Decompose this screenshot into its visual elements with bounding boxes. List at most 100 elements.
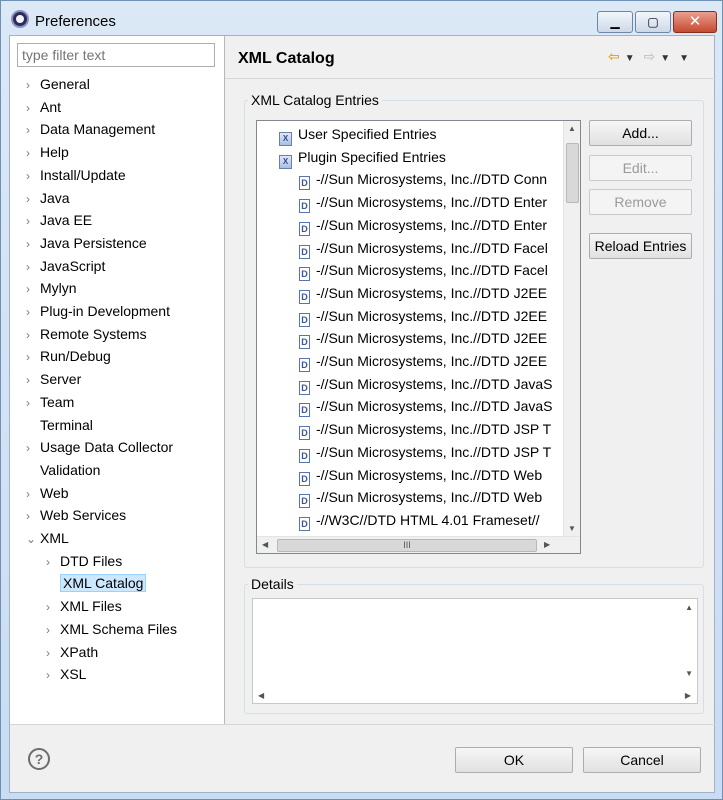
- catalog-entry[interactable]: D -//Sun Microsystems, Inc.//DTD Facel: [299, 259, 548, 282]
- back-arrow-icon[interactable]: ⇦: [608, 48, 620, 65]
- horizontal-scroll-thumb[interactable]: III: [277, 539, 537, 552]
- reload-entries-button[interactable]: Reload Entries: [589, 233, 692, 259]
- vertical-scroll-thumb[interactable]: [566, 143, 579, 203]
- tree-item[interactable]: › DTD Files: [46, 550, 122, 572]
- tree-item[interactable]: › Web Services: [26, 504, 126, 526]
- details-scroll-up-icon[interactable]: ▲: [685, 603, 693, 612]
- expand-chevron-icon[interactable]: ›: [46, 619, 60, 641]
- tree-item[interactable]: › XML Files: [46, 595, 122, 617]
- catalog-entry[interactable]: D -//Sun Microsystems, Inc.//DTD JavaS: [299, 395, 553, 418]
- expand-chevron-icon[interactable]: ›: [26, 119, 40, 141]
- expand-chevron-icon[interactable]: ›: [26, 324, 40, 346]
- tree-item[interactable]: ⌄ XML: [26, 527, 69, 549]
- tree-item[interactable]: › Java: [26, 187, 70, 209]
- tree-item[interactable]: › Data Management: [26, 118, 155, 140]
- tree-item[interactable]: › XSL: [46, 663, 86, 685]
- tree-item[interactable]: › Help: [26, 141, 69, 163]
- tree-item[interactable]: › XML Schema Files: [46, 618, 177, 640]
- catalog-entry[interactable]: D -//W3C//DTD HTML 4.01 Frameset//: [299, 509, 540, 531]
- tree-item[interactable]: Terminal: [26, 414, 93, 436]
- cancel-button[interactable]: Cancel: [583, 747, 701, 773]
- catalog-entry-label: -//Sun Microsystems, Inc.//DTD Conn: [316, 171, 548, 188]
- tree-item[interactable]: › JavaScript: [26, 255, 105, 277]
- expand-chevron-icon[interactable]: ›: [26, 97, 40, 119]
- expand-chevron-icon[interactable]: ›: [46, 642, 60, 664]
- tree-item[interactable]: › Run/Debug: [26, 345, 111, 367]
- catalog-entry[interactable]: D -//Sun Microsystems, Inc.//DTD JavaS: [299, 373, 553, 395]
- tree-item[interactable]: › Plug-in Development: [26, 300, 170, 322]
- tree-item[interactable]: › Team: [26, 391, 74, 413]
- expand-chevron-icon[interactable]: ›: [26, 346, 40, 368]
- expand-chevron-icon[interactable]: ›: [26, 210, 40, 232]
- expand-chevron-icon[interactable]: ›: [26, 233, 40, 255]
- catalog-entry[interactable]: D -//Sun Microsystems, Inc.//DTD J2EE: [299, 327, 547, 350]
- catalog-entry[interactable]: D -//Sun Microsystems, Inc.//DTD Web: [299, 486, 542, 509]
- scroll-down-icon[interactable]: ▼: [568, 524, 576, 533]
- help-icon[interactable]: ?: [28, 748, 50, 770]
- catalog-entry[interactable]: D -//Sun Microsystems, Inc.//DTD J2EE: [299, 350, 547, 372]
- scroll-up-icon[interactable]: ▲: [568, 124, 576, 133]
- view-menu-icon[interactable]: ▼: [679, 53, 689, 64]
- catalog-entry[interactable]: D -//Sun Microsystems, Inc.//DTD Web: [299, 464, 542, 486]
- catalog-category[interactable]: X User Specified Entries: [279, 123, 437, 146]
- details-scroll-right-icon[interactable]: ▶: [685, 691, 691, 700]
- expand-chevron-icon[interactable]: ›: [26, 392, 40, 414]
- expand-chevron-icon[interactable]: ⌄: [26, 528, 40, 550]
- ok-button[interactable]: OK: [455, 747, 573, 773]
- forward-arrow-icon[interactable]: ⇨: [644, 48, 656, 65]
- expand-chevron-icon[interactable]: ›: [26, 301, 40, 323]
- tree-item[interactable]: › Java EE: [26, 209, 92, 231]
- expand-chevron-icon[interactable]: ›: [26, 483, 40, 505]
- catalog-entry[interactable]: D -//Sun Microsystems, Inc.//DTD Facel: [299, 237, 548, 259]
- expand-chevron-icon[interactable]: ›: [26, 74, 40, 96]
- scroll-right-icon[interactable]: ▶: [544, 540, 550, 549]
- tree-item[interactable]: › Install/Update: [26, 164, 126, 186]
- catalog-entries-tree[interactable]: X User Specified Entries X Plugin Specified…: [256, 120, 581, 554]
- scroll-left-icon[interactable]: ◀: [262, 540, 268, 549]
- details-text-area[interactable]: ▲ ▼ ◀ ▶: [252, 598, 698, 704]
- expand-chevron-icon[interactable]: ›: [26, 505, 40, 527]
- tree-item[interactable]: › Remote Systems: [26, 323, 147, 345]
- close-button[interactable]: ✕: [673, 11, 717, 33]
- catalog-entry[interactable]: D -//Sun Microsystems, Inc.//DTD JSP T: [299, 441, 551, 463]
- vertical-scrollbar[interactable]: ▲ ▼: [563, 121, 580, 536]
- catalog-category[interactable]: X Plugin Specified Entries: [279, 146, 446, 169]
- remove-button[interactable]: Remove: [589, 189, 692, 215]
- edit-button[interactable]: Edit...: [589, 155, 692, 181]
- catalog-entry[interactable]: D -//Sun Microsystems, Inc.//DTD J2EE: [299, 282, 547, 304]
- expand-chevron-icon[interactable]: ›: [26, 369, 40, 391]
- details-scroll-down-icon[interactable]: ▼: [685, 669, 693, 678]
- tree-item[interactable]: › Ant: [26, 96, 61, 118]
- add-button[interactable]: Add...: [589, 120, 692, 146]
- catalog-entry[interactable]: D -//Sun Microsystems, Inc.//DTD Enter: [299, 214, 547, 236]
- tree-item[interactable]: › Mylyn: [26, 277, 77, 299]
- tree-item[interactable]: › Java Persistence: [26, 232, 147, 254]
- expand-chevron-icon[interactable]: ›: [46, 596, 60, 618]
- tree-item[interactable]: › Usage Data Collector: [26, 436, 173, 458]
- details-scroll-left-icon[interactable]: ◀: [258, 691, 264, 700]
- expand-chevron-icon[interactable]: ›: [26, 437, 40, 459]
- tree-item[interactable]: › General: [26, 73, 90, 95]
- tree-item[interactable]: XML Catalog: [46, 572, 147, 594]
- expand-chevron-icon[interactable]: ›: [46, 551, 60, 573]
- catalog-entry[interactable]: D -//Sun Microsystems, Inc.//DTD Conn: [299, 168, 548, 191]
- tree-item[interactable]: › Server: [26, 368, 81, 390]
- back-dropdown-icon[interactable]: ▼: [625, 53, 635, 64]
- catalog-entry[interactable]: D -//Sun Microsystems, Inc.//DTD JSP T: [299, 418, 551, 441]
- maximize-button[interactable]: ▢: [635, 11, 671, 33]
- tree-item[interactable]: › XPath: [46, 641, 98, 663]
- forward-dropdown-icon[interactable]: ▼: [660, 53, 670, 64]
- catalog-entry[interactable]: D -//Sun Microsystems, Inc.//DTD Enter: [299, 191, 547, 214]
- tree-item[interactable]: Validation: [26, 459, 100, 481]
- expand-chevron-icon[interactable]: ›: [26, 142, 40, 164]
- horizontal-scrollbar[interactable]: ◀ III ▶: [257, 536, 580, 553]
- expand-chevron-icon[interactable]: ›: [46, 664, 60, 686]
- expand-chevron-icon[interactable]: ›: [26, 256, 40, 278]
- expand-chevron-icon[interactable]: ›: [26, 188, 40, 210]
- filter-input[interactable]: [17, 43, 215, 67]
- tree-item[interactable]: › Web: [26, 482, 69, 504]
- expand-chevron-icon[interactable]: ›: [26, 165, 40, 187]
- catalog-entry[interactable]: D -//Sun Microsystems, Inc.//DTD J2EE: [299, 305, 547, 327]
- minimize-button[interactable]: ▁: [597, 11, 633, 33]
- expand-chevron-icon[interactable]: ›: [26, 278, 40, 300]
